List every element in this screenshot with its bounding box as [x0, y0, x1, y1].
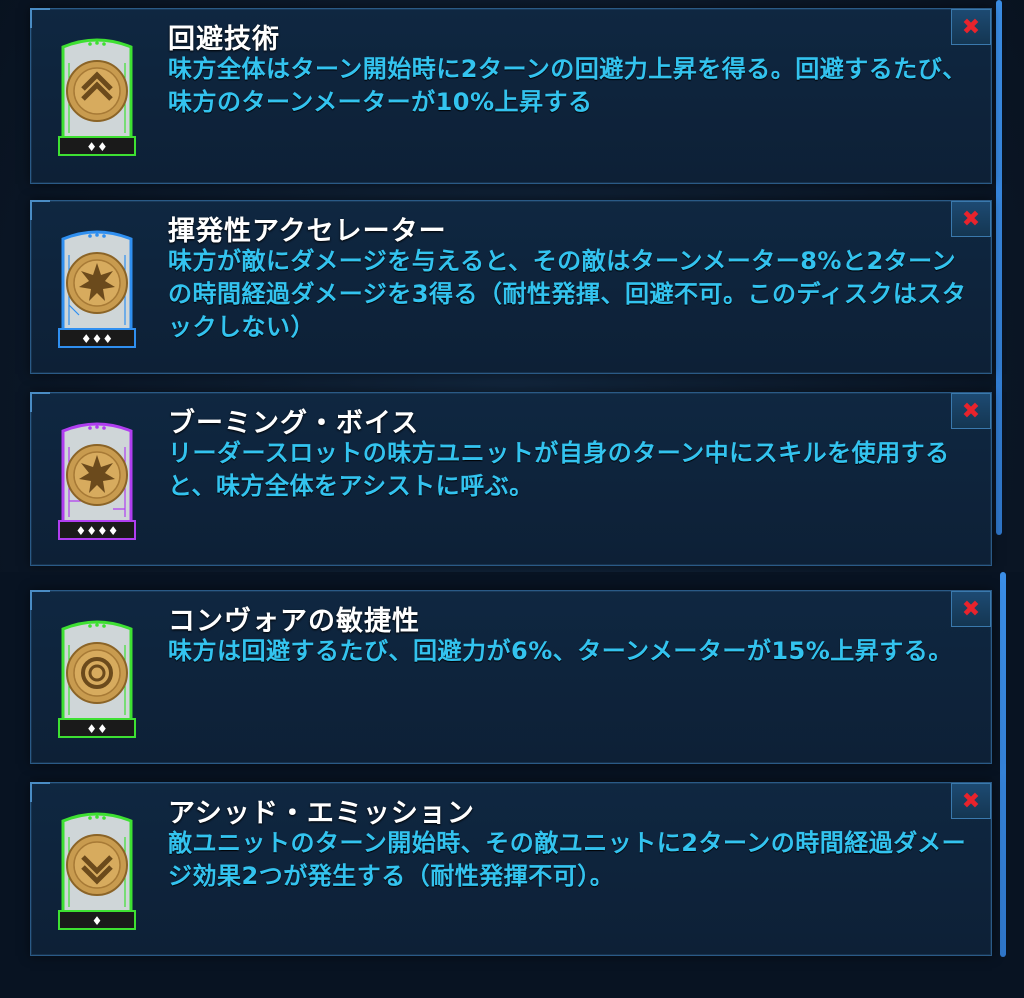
rank-dots: ♦♦ [86, 140, 108, 154]
close-button[interactable]: ✖ [951, 9, 991, 45]
mod-badge: ♦ [55, 807, 139, 933]
rank-dots: ♦♦ [86, 722, 108, 736]
rank-dots: ♦♦♦ [81, 332, 113, 346]
mod-list-upper[interactable]: ♦♦ 回避技術 味方全体はターン開始時に2ターンの回避力上昇を得る。回避するたび… [0, 0, 1024, 570]
mod-title: ブーミング・ボイス [168, 408, 420, 439]
mod-badge: ♦♦ [55, 615, 139, 741]
mod-badge-art: ♦♦ [58, 620, 136, 738]
mod-badge: ♦♦♦♦ [55, 417, 139, 543]
close-button[interactable]: ✖ [951, 591, 991, 627]
close-icon: ✖ [961, 14, 981, 40]
mod-badge-art: ♦♦♦♦ [58, 422, 136, 540]
mod-card[interactable]: ♦♦♦♦ ブーミング・ボイス リーダースロットの味方ユニットが自身のターン中にス… [30, 392, 992, 566]
mod-description: 味方全体はターン開始時に2ターンの回避力上昇を得る。回避するたび、味方のターンメ… [168, 55, 967, 116]
mod-list-lower[interactable]: ♦♦ コンヴォアの敏捷性 味方は回避するたび、回避力が6%、ターンメーターが15… [0, 572, 1024, 998]
mod-description: 敵ユニットのターン開始時、その敵ユニットに2ターンの時間経過ダメージ効果2つが発… [168, 829, 967, 890]
mod-description: 味方が敵にダメージを与えると、その敵はターンメーター8%と2ターンの時間経過ダメ… [168, 247, 967, 341]
mod-title: 回避技術 [168, 24, 280, 55]
close-button[interactable]: ✖ [951, 201, 991, 237]
scrollbar-upper[interactable] [996, 0, 1002, 535]
mod-title: アシッド・エミッション [168, 798, 475, 829]
mod-badge: ♦♦ [55, 33, 139, 159]
mod-title: コンヴォアの敏捷性 [168, 606, 420, 637]
close-icon: ✖ [961, 206, 981, 232]
rank-dots: ♦♦♦♦ [75, 524, 118, 538]
close-button[interactable]: ✖ [951, 783, 991, 819]
mod-card[interactable]: ♦ アシッド・エミッション 敵ユニットのターン開始時、その敵ユニットに2ターンの… [30, 782, 992, 956]
mod-badge-art: ♦♦ [58, 38, 136, 156]
rank-dots: ♦ [92, 914, 103, 928]
mod-title: 揮発性アクセレーター [168, 216, 447, 247]
scrollbar-lower[interactable] [1000, 572, 1006, 957]
mod-badge-art: ♦ [58, 812, 136, 930]
mod-card[interactable]: ♦♦ 回避技術 味方全体はターン開始時に2ターンの回避力上昇を得る。回避するたび… [30, 8, 992, 184]
close-icon: ✖ [961, 596, 981, 622]
mod-badge: ♦♦♦ [55, 225, 139, 351]
mod-card[interactable]: ♦♦ コンヴォアの敏捷性 味方は回避するたび、回避力が6%、ターンメーターが15… [30, 590, 992, 764]
mod-badge-art: ♦♦♦ [58, 230, 136, 348]
close-button[interactable]: ✖ [951, 393, 991, 429]
mod-card[interactable]: ♦♦♦ 揮発性アクセレーター 味方が敵にダメージを与えると、その敵はターンメータ… [30, 200, 992, 374]
mod-description: リーダースロットの味方ユニットが自身のターン中にスキルを使用すると、味方全体をア… [168, 439, 950, 500]
close-icon: ✖ [961, 398, 981, 424]
close-icon: ✖ [961, 788, 981, 814]
mod-description: 味方は回避するたび、回避力が6%、ターンメーターが15%上昇する。 [168, 637, 953, 665]
